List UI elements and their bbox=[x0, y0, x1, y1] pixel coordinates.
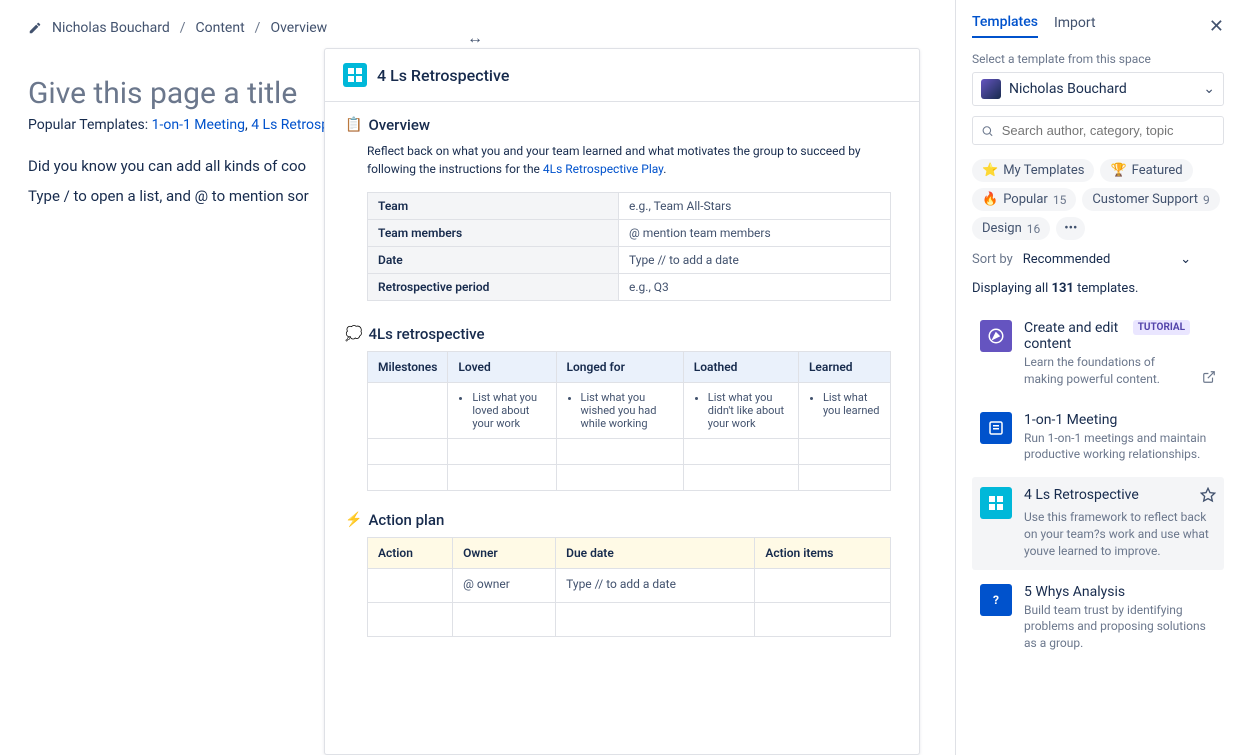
template-count: Displaying all 131 templates. bbox=[972, 281, 1224, 296]
search-box[interactable] bbox=[972, 116, 1224, 145]
sort-label: Sort by bbox=[972, 252, 1013, 267]
close-icon[interactable]: ✕ bbox=[1209, 16, 1224, 37]
clipboard-icon: 📋 bbox=[345, 117, 362, 133]
chevron-down-icon: ⌄ bbox=[1203, 81, 1215, 97]
template-icon bbox=[343, 63, 367, 87]
retrospective-play-link[interactable]: 4Ls Retrospective Play bbox=[543, 162, 663, 176]
external-link-icon[interactable] bbox=[1202, 370, 1216, 388]
expand-icon[interactable]: ↔ bbox=[467, 28, 483, 48]
tab-templates[interactable]: Templates bbox=[972, 14, 1038, 38]
template-sidebar: Templates Import ✕ Select a template fro… bbox=[955, 0, 1240, 755]
overview-heading: 📋 Overview bbox=[345, 116, 891, 134]
chip-customer-support[interactable]: Customer Support9 bbox=[1082, 188, 1219, 211]
template-preview-panel: 4 Ls Retrospective 📋 Overview Reflect ba… bbox=[324, 48, 920, 755]
sort-selector[interactable]: Recommended⌄ bbox=[1023, 252, 1191, 267]
retro-heading: 💭 4Ls retrospective bbox=[345, 325, 891, 343]
category-chips: ⭐My Templates 🏆Featured 🔥Popular15 Custo… bbox=[972, 159, 1224, 240]
search-icon bbox=[981, 124, 994, 138]
search-input[interactable] bbox=[1002, 123, 1215, 138]
svg-text:?: ? bbox=[993, 592, 999, 606]
popular-template-1[interactable]: 1-on-1 Meeting bbox=[152, 117, 245, 133]
chip-featured[interactable]: 🏆Featured bbox=[1100, 159, 1192, 182]
breadcrumb-user[interactable]: Nicholas Bouchard bbox=[52, 20, 170, 36]
grid-icon bbox=[980, 487, 1012, 519]
edit-icon[interactable] bbox=[28, 21, 42, 35]
template-item-4ls[interactable]: 4 Ls Retrospective Use this framework to… bbox=[972, 477, 1224, 569]
avatar bbox=[981, 79, 1001, 99]
preview-title: 4 Ls Retrospective bbox=[377, 66, 509, 85]
tutorial-badge: TUTORIAL bbox=[1133, 320, 1190, 335]
chip-my-templates[interactable]: ⭐My Templates bbox=[972, 159, 1094, 182]
question-icon: ? bbox=[980, 584, 1012, 616]
select-space-label: Select a template from this space bbox=[972, 52, 1224, 66]
thought-icon: 💭 bbox=[345, 326, 362, 342]
overview-description: Reflect back on what you and your team l… bbox=[367, 142, 891, 178]
star-icon[interactable] bbox=[1200, 487, 1216, 507]
action-heading: ⚡ Action plan bbox=[345, 511, 891, 529]
meeting-icon bbox=[980, 412, 1012, 444]
chip-more[interactable]: ••• bbox=[1056, 217, 1085, 240]
action-table: Action Owner Due date Action items @ own… bbox=[367, 537, 891, 637]
overview-table: Teame.g., Team All-Stars Team members@ m… bbox=[367, 192, 891, 301]
chevron-down-icon: ⌄ bbox=[1180, 252, 1191, 267]
breadcrumb-section[interactable]: Content bbox=[196, 20, 245, 36]
chip-design[interactable]: Design16 bbox=[972, 217, 1050, 240]
retro-table: Milestones Loved Longed for Loathed Lear… bbox=[367, 351, 891, 491]
bolt-icon: ⚡ bbox=[345, 512, 362, 528]
breadcrumb-page[interactable]: Overview bbox=[270, 20, 327, 36]
chip-popular[interactable]: 🔥Popular15 bbox=[972, 188, 1076, 211]
template-item-create-content[interactable]: Create and edit content TUTORIAL Learn t… bbox=[972, 310, 1224, 398]
template-item-5whys[interactable]: ? 5 Whys Analysis Build team trust by id… bbox=[972, 574, 1224, 662]
tab-import[interactable]: Import bbox=[1054, 15, 1096, 37]
space-selector[interactable]: Nicholas Bouchard ⌄ bbox=[972, 72, 1224, 106]
template-item-1on1[interactable]: 1-on-1 Meeting Run 1-on-1 meetings and m… bbox=[972, 402, 1224, 474]
compass-icon bbox=[980, 320, 1012, 352]
